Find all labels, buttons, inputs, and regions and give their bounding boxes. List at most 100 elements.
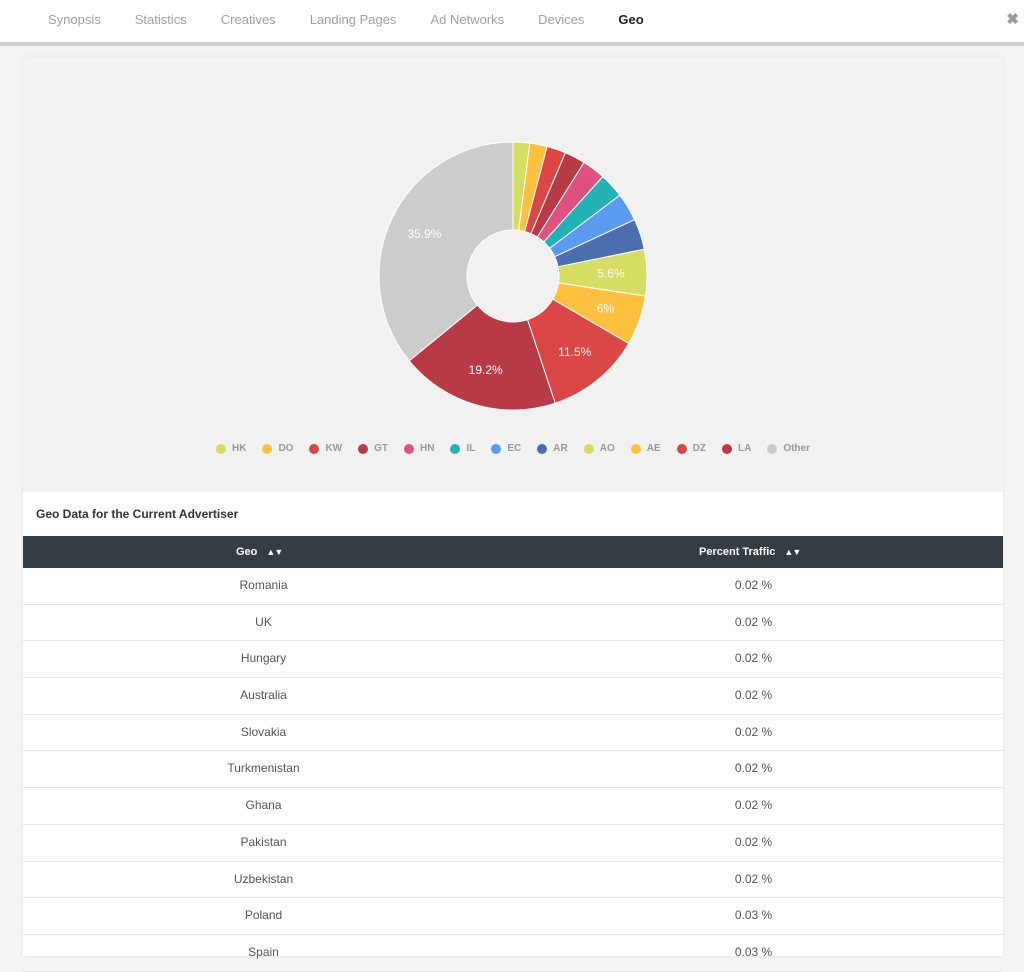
chart-area: 5.6% 6% 11.5% 19.2% 35.9% HK DO KW GT HN IL EC AR AO… xyxy=(23,57,1003,492)
cell-percent-traffic: 0.02 % xyxy=(734,651,773,666)
cell-percent-traffic: 0.02 % xyxy=(734,688,773,703)
column-header-geo[interactable]: Geo ▲▼ xyxy=(236,536,283,568)
tab-geo[interactable]: Geo xyxy=(601,0,661,46)
top-nav: Synopsis Statistics Creatives Landing Pages… xyxy=(0,0,1024,46)
cell-geo: Australia xyxy=(240,688,287,703)
cell-geo: Romania xyxy=(239,578,288,592)
legend-label: EC xyxy=(507,443,522,454)
table-row: UK 0.02 % xyxy=(23,605,1003,642)
legend-label: AE xyxy=(646,443,661,454)
column-label: Geo xyxy=(236,546,258,558)
legend-swatch xyxy=(309,443,320,454)
legend-label: HN xyxy=(420,443,435,454)
legend-swatch xyxy=(358,443,369,454)
legend-swatch xyxy=(583,443,594,454)
table-row: Romania 0.02 % xyxy=(23,568,1003,605)
cell-geo: Pakistan xyxy=(240,834,287,849)
cell-percent-traffic: 0.02 % xyxy=(734,761,773,776)
donut-chart: 5.6% 6% 11.5% 19.2% 35.9% xyxy=(378,141,648,411)
legend-swatch xyxy=(676,443,687,454)
legend-item[interactable]: Other xyxy=(767,443,810,454)
cell-geo: Poland xyxy=(244,908,283,923)
cell-geo: Turkmenistan xyxy=(227,761,300,776)
cell-geo: Ghana xyxy=(245,798,282,813)
cell-geo: UK xyxy=(255,614,272,629)
chart-legend: HK DO KW GT HN IL EC AR AO AE DZ LA Other xyxy=(23,443,1003,454)
legend-label: GT xyxy=(374,443,389,454)
legend-swatch xyxy=(721,443,732,454)
table-row: Ghana 0.02 % xyxy=(23,788,1003,825)
legend-swatch xyxy=(630,443,641,454)
legend-item[interactable]: AR xyxy=(537,443,568,454)
slice-label: 6% xyxy=(597,302,615,316)
table-row: Pakistan 0.02 % xyxy=(23,825,1003,862)
column-label: Percent Traffic xyxy=(699,546,776,558)
legend-item[interactable]: AO xyxy=(583,443,615,454)
cell-percent-traffic: 0.02 % xyxy=(734,724,773,739)
legend-swatch xyxy=(537,443,548,454)
tab-landing-pages[interactable]: Landing Pages xyxy=(293,0,414,42)
table-title: Geo Data for the Current Advertiser xyxy=(36,507,239,521)
legend-label: KW xyxy=(325,443,343,454)
legend-swatch xyxy=(450,443,461,454)
legend-label: DZ xyxy=(692,443,706,454)
geo-panel: 5.6% 6% 11.5% 19.2% 35.9% HK DO KW GT HN IL EC AR AO… xyxy=(23,57,1003,972)
tab-synopsis[interactable]: Synopsis xyxy=(31,0,118,42)
table-row: Poland 0.03 % xyxy=(23,898,1003,935)
slice-label: 11.5% xyxy=(558,345,591,359)
nav-divider xyxy=(0,42,1024,46)
cell-percent-traffic: 0.02 % xyxy=(734,834,773,849)
legend-label: Other xyxy=(783,443,810,454)
legend-label: DO xyxy=(278,443,294,454)
legend-item[interactable]: AE xyxy=(630,443,661,454)
table-row: Australia 0.02 % xyxy=(23,678,1003,715)
legend-label: IL xyxy=(466,443,476,454)
table-row: Turkmenistan 0.02 % xyxy=(23,751,1003,789)
tab-ad-networks[interactable]: Ad Networks xyxy=(413,0,521,42)
tab-devices[interactable]: Devices xyxy=(521,0,601,42)
cell-percent-traffic: 0.03 % xyxy=(734,944,773,959)
table-header: Geo ▲▼ Percent Traffic ▲▼ xyxy=(23,536,1003,568)
legend-swatch xyxy=(404,443,415,454)
legend-item[interactable]: KW xyxy=(309,443,342,454)
tab-bar: Synopsis Statistics Creatives Landing Pages… xyxy=(31,0,661,46)
legend-label: AR xyxy=(553,443,568,454)
legend-item[interactable]: GT xyxy=(358,443,388,454)
cell-geo: Hungary xyxy=(240,651,287,666)
cell-percent-traffic: 0.02 % xyxy=(734,798,773,813)
legend-item[interactable]: HK xyxy=(216,443,246,454)
legend-label: HK xyxy=(232,443,247,454)
cell-geo: Slovakia xyxy=(240,724,287,739)
legend-item[interactable]: IL xyxy=(450,443,475,454)
close-icon[interactable]: ✖ xyxy=(1006,10,1019,28)
legend-swatch xyxy=(216,443,226,454)
cell-geo: Spain xyxy=(248,944,279,959)
cell-percent-traffic: 0.02 % xyxy=(734,578,773,592)
legend-swatch xyxy=(262,443,273,454)
cell-geo: Uzbekistan xyxy=(233,871,294,886)
cell-percent-traffic: 0.02 % xyxy=(734,614,773,629)
slice-label: 5.6% xyxy=(597,267,625,281)
legend-swatch xyxy=(767,443,778,454)
legend-item[interactable]: HN xyxy=(404,443,434,454)
legend-label: LA xyxy=(737,443,752,454)
table-body: Romania 0.02 % UK 0.02 % Hungary 0.02 % Austra… xyxy=(23,568,1003,972)
column-header-percent-traffic[interactable]: Percent Traffic ▲▼ xyxy=(699,536,801,568)
tab-creatives[interactable]: Creatives xyxy=(204,0,293,42)
sort-icon[interactable]: ▲▼ xyxy=(266,536,283,568)
cell-percent-traffic: 0.03 % xyxy=(734,908,773,923)
legend-swatch xyxy=(491,443,502,454)
table-row: Slovakia 0.02 % xyxy=(23,715,1003,752)
table-row: Hungary 0.02 % xyxy=(23,641,1003,679)
tab-statistics[interactable]: Statistics xyxy=(118,0,204,42)
legend-label: AO xyxy=(599,443,615,454)
sort-icon[interactable]: ▲▼ xyxy=(784,536,801,568)
legend-item[interactable]: DO xyxy=(262,443,293,454)
table-row: Uzbekistan 0.02 % xyxy=(23,862,1003,899)
table-row: Spain 0.03 % xyxy=(23,935,1003,972)
legend-item[interactable]: DZ xyxy=(676,443,706,454)
slice-label: 35.9% xyxy=(407,227,441,241)
slice-label: 19.2% xyxy=(469,363,503,377)
legend-item[interactable]: EC xyxy=(491,443,521,454)
legend-item[interactable]: LA xyxy=(721,443,752,454)
